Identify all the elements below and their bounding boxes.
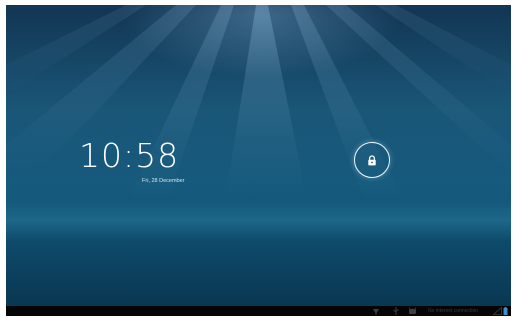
- connection-status-text: No internet connection: [428, 308, 479, 314]
- android-debug-icon: [408, 307, 417, 315]
- usb-icon: [392, 307, 400, 315]
- wallpaper-horizon-glow: [6, 200, 511, 240]
- lockscreen-clock: 10:58: [79, 136, 180, 175]
- unlock-handle[interactable]: [354, 142, 390, 178]
- status-bar[interactable]: No internet connection: [6, 306, 511, 316]
- lock-icon: [367, 151, 377, 170]
- lockscreen-date: Fri, 28 December: [142, 178, 185, 184]
- tablet-screen: 10:58 Fri, 28 December No internet conne…: [6, 5, 511, 316]
- signal-icon: [372, 307, 380, 315]
- battery-icon: [503, 307, 508, 315]
- no-signal-icon: [493, 307, 502, 315]
